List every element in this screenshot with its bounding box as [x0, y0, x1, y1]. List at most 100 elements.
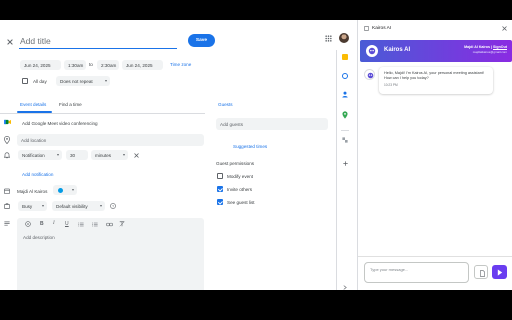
permission-invite-others-checkbox[interactable] [217, 186, 223, 192]
rail-divider [336, 50, 337, 290]
kairos-logo-icon [368, 47, 376, 55]
visibility-value: Default visibility [56, 203, 88, 209]
user-email: majdialkairos@gmail.com [472, 50, 507, 54]
bold-icon[interactable]: B [40, 221, 44, 227]
chat-message-input[interactable]: Type your message... [364, 262, 469, 283]
add-guests-input[interactable]: Add guests [216, 118, 328, 130]
chevron-down-icon [42, 205, 44, 207]
formatting-toolbar: B I U [17, 218, 204, 229]
calendar-color-select[interactable] [53, 185, 77, 195]
notification-amount-input[interactable]: 30 [66, 150, 88, 160]
notification-unit-value: minutes [95, 152, 112, 158]
ai-sparkle-icon[interactable] [25, 221, 31, 227]
link-icon[interactable] [106, 222, 113, 227]
tab-find-a-time[interactable]: Find a time [59, 102, 82, 107]
permission-see-guest-list-checkbox[interactable] [217, 199, 223, 205]
clear-formatting-icon[interactable] [119, 221, 125, 227]
busy-select[interactable]: Busy [18, 201, 47, 211]
add-guests-placeholder: Add guests [220, 121, 243, 127]
start-date-value: Jun 24, 2025 [24, 62, 51, 68]
kairos-addon-icon[interactable] [342, 137, 348, 143]
start-time-select[interactable]: 1:30am [64, 60, 86, 70]
signout-link[interactable]: SignOut [493, 45, 507, 49]
assistant-window-title: Kairos AI [372, 25, 392, 31]
close-icon[interactable] [7, 39, 13, 45]
calendar-owner-label: Majdi Al Kairos [17, 189, 48, 194]
permission-modify-event-label: Modify event [227, 173, 254, 179]
underline-icon[interactable]: U [65, 221, 69, 227]
chevron-down-icon [100, 205, 102, 207]
repeat-select[interactable]: Does not repeat [56, 76, 110, 86]
account-avatar[interactable] [339, 33, 349, 43]
bot-message-text: Hello, Majdi! I'm Kairos AI, your person… [384, 71, 484, 80]
event-title-placeholder: Add title [20, 36, 51, 46]
bot-message-time: 10:23 PM [384, 82, 398, 87]
remove-notification-icon[interactable] [134, 153, 139, 158]
assistant-header-title: Kairos AI [384, 47, 411, 53]
end-time-select[interactable]: 2:30am [97, 60, 119, 70]
tabs-divider [0, 112, 205, 114]
numbered-list-icon[interactable] [78, 222, 84, 227]
apps-grid-icon[interactable] [325, 35, 332, 42]
italic-icon[interactable]: I [53, 221, 55, 226]
close-panel-icon[interactable] [502, 26, 507, 31]
repeat-value: Does not repeat [60, 78, 93, 84]
visibility-select[interactable]: Default visibility [52, 201, 105, 211]
svg-text:?: ? [112, 204, 114, 208]
add-notification-link[interactable]: Add notification [22, 172, 53, 177]
location-field[interactable]: Add location [17, 134, 204, 146]
description-icon [4, 221, 10, 226]
time-zone-link[interactable]: Time zone [170, 62, 191, 67]
description-editor[interactable]: B I U Add description [17, 218, 204, 290]
to-label: to [89, 62, 93, 67]
permission-modify-event-checkbox[interactable] [217, 173, 223, 179]
start-date-select[interactable]: Jun 24, 2025 [20, 60, 61, 70]
all-day-checkbox[interactable] [22, 78, 28, 84]
save-button-label: Save [195, 38, 208, 43]
location-pin-icon [4, 136, 10, 144]
event-title-input[interactable]: Add title [19, 34, 177, 49]
end-date-value: Jun 24, 2025 [126, 62, 153, 68]
save-button[interactable]: Save [188, 34, 215, 47]
notification-amount-value: 30 [70, 152, 76, 158]
assistant-header: Kairos AI Majdi Al Kairos | SignOut majd… [360, 40, 512, 62]
end-time-value: 2:30am [101, 62, 117, 68]
bulleted-list-icon[interactable] [92, 222, 98, 227]
calendar-screen: Add title Save Jun 24, 2025 1:30am to 2:… [0, 20, 512, 290]
guest-permissions-header: Guest permissions [216, 161, 255, 166]
assistant-app-icon [364, 26, 369, 31]
send-button[interactable] [492, 265, 507, 279]
chevron-down-icon [123, 154, 125, 156]
chevron-down-icon [105, 80, 107, 82]
start-time-value: 1:30am [68, 62, 84, 68]
user-name: Majdi Al Kairos [464, 45, 490, 49]
chevron-down-icon [57, 154, 59, 156]
tab-event-details[interactable]: Event details [20, 102, 46, 107]
chat-input-placeholder: Type your message... [370, 267, 409, 272]
calendar-icon [4, 188, 10, 194]
chevron-down-icon [72, 189, 74, 191]
description-placeholder: Add description [23, 235, 55, 240]
attach-file-button[interactable] [474, 265, 488, 279]
user-name-row: Majdi Al Kairos | SignOut [464, 45, 507, 49]
keep-icon[interactable] [342, 54, 348, 60]
add-google-meet-label[interactable]: Add Google Meet video conferencing [22, 121, 98, 126]
contacts-icon[interactable] [342, 91, 348, 98]
expand-panel-icon[interactable] [343, 285, 347, 290]
all-day-label: All day [33, 78, 47, 84]
notification-type-value: Notification [22, 152, 45, 158]
help-icon[interactable]: ? [110, 203, 116, 209]
google-meet-icon [4, 119, 11, 125]
permission-see-guest-list-label: See guest list [227, 199, 255, 205]
suggested-times-link[interactable]: Suggested times [233, 144, 267, 149]
notification-unit-select[interactable]: minutes [91, 150, 128, 160]
permission-invite-others-label: Invite others [227, 186, 253, 192]
end-date-select[interactable]: Jun 24, 2025 [122, 60, 163, 70]
calendar-color-dot [58, 187, 63, 193]
briefcase-icon [4, 203, 10, 209]
get-addons-icon[interactable] [343, 161, 348, 166]
guests-header: Guests [218, 102, 233, 107]
notification-type-select[interactable]: Notification [18, 150, 62, 160]
maps-icon[interactable] [342, 111, 348, 119]
tasks-icon[interactable] [342, 73, 348, 79]
